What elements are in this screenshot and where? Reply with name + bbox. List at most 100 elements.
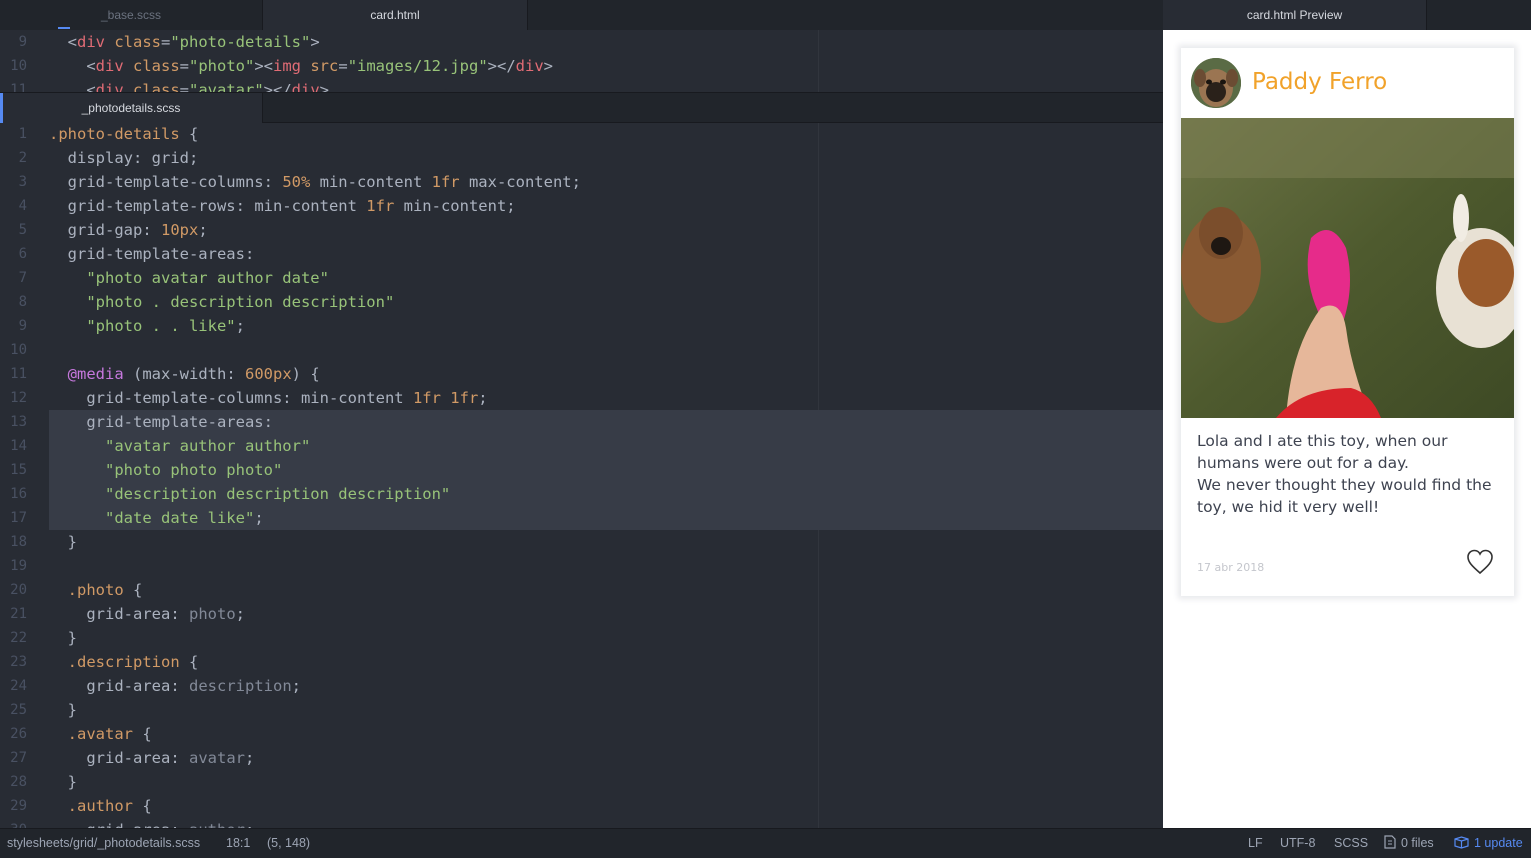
code-token: 1fr bbox=[431, 173, 460, 191]
line-number: 28 bbox=[10, 774, 27, 790]
code-line[interactable]: 25 } bbox=[0, 698, 1163, 722]
code-token: min-content bbox=[310, 173, 432, 191]
code-token: min-content bbox=[300, 389, 413, 407]
git-files-icon[interactable] bbox=[1384, 829, 1396, 858]
git-files-count[interactable]: 0 files bbox=[1401, 829, 1434, 858]
code-line[interactable]: 18 } bbox=[0, 530, 1163, 554]
code-line[interactable]: 13 grid-template-areas: bbox=[0, 410, 1163, 434]
code-text: .author { bbox=[49, 794, 152, 818]
code-token: ; bbox=[198, 221, 208, 239]
code-text: "date date like"; bbox=[49, 506, 264, 530]
code-line[interactable]: 2 display: grid; bbox=[0, 146, 1163, 170]
code-line[interactable]: 9 "photo . . like"; bbox=[0, 314, 1163, 338]
code-token: 600px bbox=[245, 365, 292, 383]
code-text: grid-area: description; bbox=[49, 674, 301, 698]
dog-face-avatar-image bbox=[1191, 58, 1241, 108]
code-line[interactable]: 28 } bbox=[0, 770, 1163, 794]
code-token: ; bbox=[506, 197, 516, 215]
code-line[interactable]: 27 grid-area: avatar; bbox=[0, 746, 1163, 770]
code-token: class bbox=[105, 33, 161, 51]
tab-photodetails-scss[interactable]: _photodetails.scss bbox=[0, 93, 263, 123]
code-token: grid-area bbox=[49, 749, 171, 767]
update-package-icon[interactable] bbox=[1454, 829, 1469, 858]
tab-base-scss[interactable]: _base.scss bbox=[0, 0, 263, 30]
code-line[interactable]: 5 grid-gap: 10px; bbox=[0, 218, 1163, 242]
file-path[interactable]: stylesheets/grid/_photodetails.scss bbox=[7, 829, 200, 858]
cursor-position[interactable]: 18:1 bbox=[226, 829, 250, 858]
line-number: 7 bbox=[18, 270, 27, 286]
code-token: ; bbox=[189, 149, 199, 167]
like-heart-icon[interactable] bbox=[1466, 548, 1494, 576]
code-text: .avatar { bbox=[49, 722, 152, 746]
file-encoding[interactable]: UTF-8 bbox=[1280, 829, 1315, 858]
code-token: : bbox=[170, 677, 189, 695]
line-number: 6 bbox=[18, 246, 27, 262]
line-ending[interactable]: LF bbox=[1248, 829, 1263, 858]
code-line[interactable]: 4 grid-template-rows: min-content 1fr mi… bbox=[0, 194, 1163, 218]
code-line[interactable]: 10 bbox=[0, 338, 1163, 362]
code-token: : bbox=[142, 221, 161, 239]
code-line[interactable]: 7 "photo avatar author date" bbox=[0, 266, 1163, 290]
line-number: 2 bbox=[18, 150, 27, 166]
code-line[interactable]: 12 grid-template-columns: min-content 1f… bbox=[0, 386, 1163, 410]
code-token: } bbox=[49, 629, 77, 647]
code-token: < bbox=[49, 57, 96, 75]
code-line[interactable]: 29 .author { bbox=[0, 794, 1163, 818]
code-line[interactable]: 26 .avatar { bbox=[0, 722, 1163, 746]
card-html-editor-pane[interactable]: 9 <div class="photo-details"> 10 <div cla… bbox=[0, 30, 1163, 92]
tab-card-html[interactable]: card.html bbox=[263, 0, 528, 30]
code-line[interactable]: 15 "photo photo photo" bbox=[0, 458, 1163, 482]
code-line[interactable]: 11 @media (max-width: 600px) { bbox=[0, 362, 1163, 386]
photo-card: Paddy Ferro Lola and I ate this toy, whe… bbox=[1181, 48, 1514, 596]
code-line[interactable]: 11 <div class="avatar"></div> bbox=[0, 78, 1163, 92]
editor-tab-bar: _base.scss card.html bbox=[0, 0, 1163, 31]
code-token: grid-template-areas bbox=[49, 245, 245, 263]
tab-card-preview[interactable]: card.html Preview bbox=[1163, 0, 1427, 30]
code-token: "photo . description description" bbox=[49, 293, 395, 311]
code-token: class bbox=[123, 81, 180, 92]
code-line[interactable]: 17 "date date like"; bbox=[0, 506, 1163, 530]
grammar-selector[interactable]: SCSS bbox=[1334, 829, 1368, 858]
code-line[interactable]: 1 .photo-details { bbox=[0, 123, 1163, 146]
code-token: div bbox=[77, 33, 105, 51]
code-token: { bbox=[133, 797, 152, 815]
code-token: > bbox=[310, 33, 320, 51]
line-number: 18 bbox=[10, 534, 27, 550]
code-token: "photo-details" bbox=[170, 33, 311, 51]
code-token: "photo avatar author date" bbox=[49, 269, 329, 287]
code-line[interactable]: 10 <div class="photo"><img src="images/1… bbox=[0, 54, 1163, 78]
code-line[interactable]: 3 grid-template-columns: 50% min-content… bbox=[0, 170, 1163, 194]
code-line[interactable]: 8 "photo . description description" bbox=[0, 290, 1163, 314]
code-token: min-content bbox=[254, 197, 367, 215]
code-token: grid bbox=[151, 149, 189, 167]
code-line[interactable]: 23 .description { bbox=[0, 650, 1163, 674]
code-line[interactable]: 24 grid-area: description; bbox=[0, 674, 1163, 698]
photodetails-scss-editor-pane[interactable]: 1 .photo-details {2 display: grid; 3 grid-… bbox=[0, 123, 1163, 828]
code-text: "description description description" bbox=[49, 482, 450, 506]
line-number: 5 bbox=[18, 222, 27, 238]
update-count[interactable]: 1 update bbox=[1474, 829, 1523, 858]
code-token: = bbox=[179, 57, 190, 75]
code-line[interactable]: 14 "avatar author author" bbox=[0, 434, 1163, 458]
code-line[interactable]: 16 "description description description" bbox=[0, 482, 1163, 506]
code-line[interactable]: 20 .photo { bbox=[0, 578, 1163, 602]
code-text: @media (max-width: 600px) { bbox=[49, 362, 320, 386]
code-line[interactable]: 19 bbox=[0, 554, 1163, 578]
code-token: : bbox=[226, 365, 245, 383]
code-line[interactable]: 22 } bbox=[0, 626, 1163, 650]
code-text: "photo avatar author date" bbox=[49, 266, 329, 290]
code-line[interactable]: 21 grid-area: photo; bbox=[0, 602, 1163, 626]
selection-count[interactable]: (5, 148) bbox=[267, 829, 310, 858]
code-token: ></ bbox=[263, 81, 292, 92]
code-token: ; bbox=[235, 605, 246, 623]
preview-tab-bar-fill bbox=[1427, 0, 1531, 30]
code-line[interactable]: 9 <div class="photo-details"> bbox=[0, 30, 1163, 54]
code-token: grid-gap bbox=[49, 221, 143, 239]
code-line[interactable]: 6 grid-template-areas: bbox=[0, 242, 1163, 266]
code-line[interactable]: 30 grid-area: author; bbox=[0, 818, 1163, 828]
code-token: { bbox=[179, 125, 199, 143]
line-number: 11 bbox=[10, 366, 27, 382]
code-token: ) { bbox=[291, 365, 320, 383]
code-token: { bbox=[123, 581, 143, 599]
line-number: 24 bbox=[10, 678, 27, 694]
